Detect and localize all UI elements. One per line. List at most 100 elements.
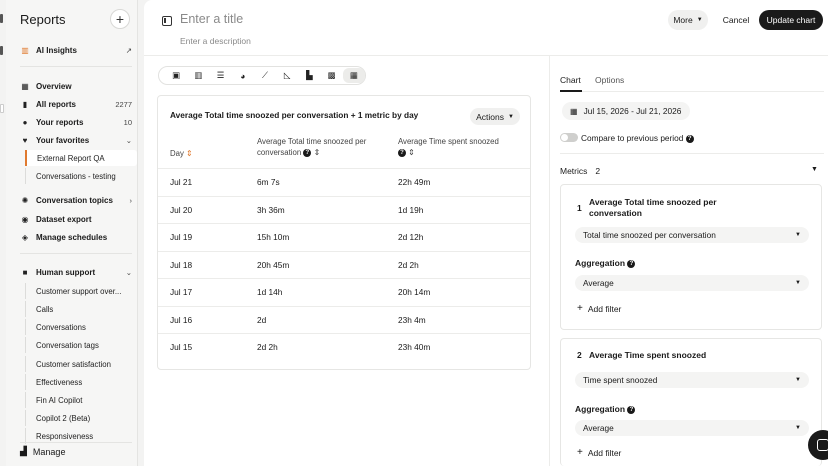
metric-number: 2 <box>577 350 582 360</box>
sidebar-item-dataset-export[interactable]: ◉ Dataset export <box>20 211 132 227</box>
human-support-item[interactable]: Conversation tags <box>25 337 137 353</box>
sidebar-item-overview[interactable]: ▦ Overview <box>20 78 132 94</box>
sidebar-item-all-reports[interactable]: ▮ All reports 2277 <box>20 96 132 112</box>
column-header-metric1[interactable]: Average Total time snoozed per conversat… <box>257 136 366 158</box>
aggregation-text: Aggregation <box>575 258 626 268</box>
metric-title: Average Total time snoozed per conversat… <box>589 197 717 218</box>
manage-label: Manage <box>32 446 66 457</box>
compare-label: Compare to previous period ? <box>581 133 694 143</box>
table-cell-day: Jul 21 <box>170 177 193 187</box>
tab-chart[interactable]: Chart <box>560 75 581 85</box>
sidebar-item-your-reports[interactable]: ● Your reports 10 <box>20 114 132 130</box>
bar-chart-icon[interactable]: ☰ <box>209 68 231 83</box>
aggregation-select[interactable]: Average ▼ <box>575 275 809 291</box>
human-support-item[interactable]: Customer satisfaction <box>25 356 137 372</box>
metric-select[interactable]: Total time snoozed per conversation ▼ <box>575 227 809 243</box>
chevron-down-icon: ⌄ <box>125 135 132 145</box>
human-support-item[interactable]: Calls <box>25 301 137 317</box>
table-cell-m2: 1d 19h <box>398 204 424 215</box>
human-support-item[interactable]: Effectiveness <box>25 374 137 390</box>
sidebar-toggle-icon[interactable] <box>162 16 172 26</box>
sidebar-item-label: Human support <box>36 267 96 277</box>
human-support-item[interactable]: Conversations <box>25 319 137 335</box>
metrics-count: 2 <box>595 166 601 176</box>
sidebar-item-label: Overview <box>36 81 72 91</box>
help-icon[interactable]: ? <box>685 134 694 143</box>
manage-button[interactable]: ▟ Manage <box>20 446 65 457</box>
column-header-label: Day <box>170 149 184 158</box>
counter-chart-icon[interactable]: ▣ <box>165 68 187 83</box>
human-support-item[interactable]: Customer support over... <box>25 283 137 299</box>
metric-select-value: Total time snoozed per conversation <box>583 230 716 240</box>
sidebar-item-label: All reports <box>36 99 77 109</box>
column-chart-icon[interactable]: ▥ <box>187 68 209 83</box>
schedule-icon: ◈ <box>21 232 29 242</box>
add-filter-button[interactable]: + Add filter <box>577 303 621 314</box>
compare-toggle[interactable] <box>560 133 578 142</box>
table-cell-day: Jul 17 <box>170 287 193 297</box>
table-cell-m2: 2d 2h <box>398 259 419 270</box>
column-header-metric2[interactable]: Average Time spent snoozed ? ⇕ <box>398 136 499 158</box>
rail-marker <box>0 14 3 23</box>
table-cell-m2: 23h 4m <box>398 314 426 325</box>
help-icon[interactable]: ? <box>627 405 636 414</box>
favorite-item[interactable]: External Report QA <box>25 150 137 166</box>
chart-bars-icon: ▥ <box>21 45 29 55</box>
metric-card: 1 Average Total time snoozed per convers… <box>560 184 822 330</box>
bar-chart-icon: ▮ <box>22 99 28 109</box>
human-support-item[interactable]: Fin AI Copilot <box>25 392 137 408</box>
actions-button[interactable]: Actions ▼ <box>470 108 520 125</box>
cancel-button[interactable]: Cancel <box>718 10 754 30</box>
line-chart-icon[interactable]: ⟋ <box>254 68 276 83</box>
header-divider <box>144 55 828 56</box>
metric-select-value: Time spent snoozed <box>583 375 658 385</box>
metric-number: 1 <box>577 203 582 213</box>
add-report-button[interactable]: + <box>110 9 130 29</box>
title-input[interactable]: Enter a title <box>180 12 243 26</box>
table-cell-m1: 3h 36m <box>257 204 285 215</box>
help-icon[interactable]: ? <box>627 259 636 268</box>
update-chart-button[interactable]: Update chart <box>759 10 823 30</box>
table-chart-icon[interactable]: ▦ <box>342 68 365 83</box>
caret-down-icon[interactable]: ▼ <box>811 166 818 173</box>
date-range-picker[interactable]: ▦ Jul 15, 2026 - Jul 21, 2026 <box>562 102 690 120</box>
heatmap-chart-icon[interactable]: ▩ <box>321 68 343 83</box>
area-chart-icon[interactable]: ◺ <box>276 68 298 83</box>
pie-chart-icon[interactable]: ◕ <box>232 68 254 83</box>
topics-icon: ✺ <box>21 195 29 205</box>
sidebar-item-manage-schedules[interactable]: ◈ Manage schedules <box>20 229 132 245</box>
column-header-day[interactable]: Day ⇕ <box>170 148 193 159</box>
database-icon: ◉ <box>21 214 29 224</box>
aggregation-select[interactable]: Average ▼ <box>575 420 809 436</box>
row-divider <box>158 278 530 279</box>
sidebar-item-human-support[interactable]: ■ Human support ⌄ <box>20 264 132 280</box>
more-button[interactable]: More ▼ <box>668 10 708 30</box>
rail-marker <box>0 46 3 55</box>
table-cell-day: Jul 19 <box>170 232 193 242</box>
favorite-item[interactable]: Conversations - testing <box>25 168 137 184</box>
tab-options[interactable]: Options <box>595 75 624 85</box>
metric-title: Average Time spent snoozed <box>589 350 707 360</box>
table-card: Average Total time snoozed per conversat… <box>157 95 531 370</box>
sidebar-item-ai-insights[interactable]: ▥ AI Insights ↗ <box>20 42 132 58</box>
metric-card: 2 Average Time spent snoozed Time spent … <box>560 338 822 466</box>
row-divider <box>158 168 530 169</box>
sidebar-item-your-favorites[interactable]: ♥ Your favorites ⌄ <box>20 132 132 148</box>
rail-marker <box>0 104 4 113</box>
caret-down-icon: ▼ <box>507 113 514 120</box>
sidebar-item-label: Manage schedules <box>36 232 108 242</box>
table-cell-m2: 2d 12h <box>398 232 424 242</box>
sidebar-divider <box>20 442 132 443</box>
sidebar-item-conversation-topics[interactable]: ✺ Conversation topics › <box>20 192 132 208</box>
row-divider <box>158 305 530 307</box>
sidebar-item-label: Your favorites <box>36 135 90 145</box>
description-input[interactable]: Enter a description <box>180 36 251 46</box>
help-icon[interactable]: ? <box>398 148 406 157</box>
help-icon[interactable]: ? <box>303 148 312 157</box>
sort-icon: ⇕ <box>408 148 415 157</box>
metric-select[interactable]: Time spent snoozed ▼ <box>575 372 809 388</box>
stacked-chart-icon[interactable]: ▙ <box>298 68 320 83</box>
human-support-item[interactable]: Copilot 2 (Beta) <box>25 410 137 426</box>
table-cell-m1: 2d <box>257 314 267 325</box>
add-filter-button[interactable]: + Add filter <box>577 447 621 458</box>
